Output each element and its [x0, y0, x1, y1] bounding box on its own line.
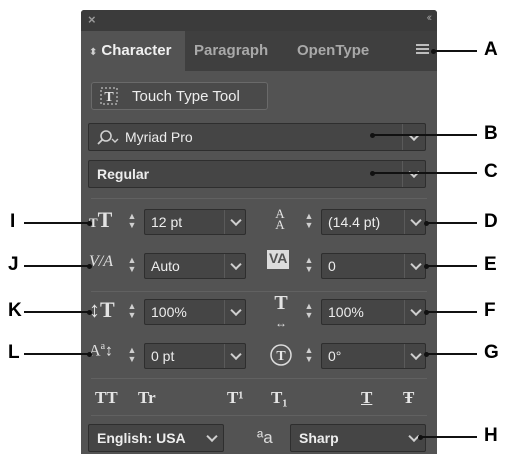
- language-dropdown[interactable]: [201, 425, 223, 451]
- font-family-field[interactable]: Myriad Pro: [88, 123, 426, 151]
- callout-label-i: I: [10, 211, 16, 232]
- leading-stepper[interactable]: [302, 212, 316, 232]
- font-family-dropdown[interactable]: [402, 124, 425, 150]
- tab-expand-icon: ⬍: [89, 47, 98, 58]
- vertical-scale-input[interactable]: 100%: [144, 299, 246, 325]
- small-caps-button[interactable]: Tr: [138, 388, 156, 408]
- horizontal-scale-input[interactable]: 100%: [321, 299, 426, 325]
- rotation-stepper[interactable]: [302, 346, 316, 366]
- chevron-down-icon: [410, 214, 422, 227]
- horizontal-scale-stepper[interactable]: [302, 302, 316, 322]
- callout-line-i: [24, 220, 92, 226]
- callout-line-k: [24, 309, 92, 315]
- callout-line-c: [370, 170, 477, 176]
- chevron-down-icon: [230, 214, 242, 227]
- divider: [91, 291, 427, 292]
- chevron-down-icon: [206, 430, 218, 443]
- callout-line-j: [24, 263, 92, 269]
- font-style-field[interactable]: Regular: [88, 160, 426, 188]
- leading-icon: AA: [275, 206, 285, 232]
- rotation-input[interactable]: 0°: [321, 343, 426, 369]
- kerning-dropdown[interactable]: [224, 254, 245, 278]
- font-size-icon: TT: [89, 207, 113, 232]
- callout-label-j: J: [8, 254, 19, 275]
- svg-text:T: T: [276, 349, 286, 364]
- chevron-down-icon: [410, 258, 422, 271]
- panel-title-strip: × ‹‹: [81, 10, 437, 31]
- callout-label-e: E: [484, 254, 497, 275]
- tab-character[interactable]: ⬍ Character: [81, 31, 185, 71]
- chevron-down-icon: [410, 304, 422, 317]
- callout-line-a: [431, 48, 477, 54]
- svg-text:T: T: [104, 90, 114, 105]
- tab-paragraph[interactable]: Paragraph: [194, 31, 268, 71]
- callout-label-g: G: [484, 342, 499, 363]
- anti-aliasing-select[interactable]: Sharp: [290, 424, 426, 452]
- horizontal-scale-dropdown[interactable]: [404, 300, 425, 324]
- callout-line-g: [424, 351, 477, 357]
- leading-dropdown[interactable]: [404, 210, 425, 234]
- callout-line-h: [418, 434, 477, 440]
- search-icon: [97, 130, 119, 145]
- chevron-down-icon: [410, 348, 422, 361]
- baseline-shift-dropdown[interactable]: [224, 344, 245, 368]
- callout-label-b: B: [484, 123, 498, 144]
- tab-opentype[interactable]: OpenType: [297, 31, 369, 71]
- tracking-stepper[interactable]: [302, 256, 316, 276]
- font-size-stepper[interactable]: [125, 212, 139, 232]
- divider: [91, 415, 427, 416]
- kerning-input[interactable]: Auto: [144, 253, 246, 279]
- kerning-stepper[interactable]: [125, 256, 139, 276]
- close-icon[interactable]: ×: [88, 12, 96, 27]
- kerning-icon: V/A: [89, 253, 113, 270]
- anti-aliasing-icon: ªa: [257, 428, 273, 447]
- divider: [91, 378, 427, 379]
- vertical-scale-stepper[interactable]: [125, 302, 139, 322]
- language-select[interactable]: English: USA: [88, 424, 224, 452]
- callout-label-l: L: [8, 342, 20, 363]
- strikethrough-button[interactable]: Ŧ: [403, 388, 414, 408]
- character-panel: × ‹‹ ⬍ Character Paragraph OpenType T Tou…: [81, 10, 437, 454]
- subscript-button[interactable]: T₁: [271, 388, 287, 408]
- callout-line-f: [424, 309, 477, 315]
- superscript-button[interactable]: T¹: [227, 388, 243, 408]
- rotation-dropdown[interactable]: [404, 344, 425, 368]
- touch-type-tool-button[interactable]: T Touch Type Tool: [91, 82, 268, 110]
- callout-line-e: [424, 263, 477, 269]
- underline-button[interactable]: T: [361, 388, 372, 408]
- vertical-scale-icon: ↕T: [89, 297, 115, 322]
- touch-type-icon: T: [100, 87, 118, 105]
- chevron-down-icon: [230, 258, 242, 271]
- leading-input[interactable]: (14.4 pt): [321, 209, 426, 235]
- baseline-shift-input[interactable]: 0 pt: [144, 343, 246, 369]
- tracking-icon: VA: [267, 250, 290, 269]
- callout-label-h: H: [484, 425, 498, 446]
- horizontal-scale-icon: T ↔: [274, 292, 288, 330]
- callout-label-a: A: [484, 39, 498, 60]
- tab-bar: ⬍ Character Paragraph OpenType: [81, 31, 437, 71]
- callout-label-d: D: [484, 211, 498, 232]
- panel-menu-icon[interactable]: [416, 44, 429, 54]
- divider: [91, 198, 427, 199]
- tracking-dropdown[interactable]: [404, 254, 425, 278]
- chevron-down-icon: [230, 304, 242, 317]
- tracking-input[interactable]: 0: [321, 253, 426, 279]
- callout-label-c: C: [484, 161, 498, 182]
- all-caps-button[interactable]: TT: [95, 388, 118, 408]
- callout-label-f: F: [484, 300, 496, 321]
- character-rotation-icon: T: [270, 344, 292, 366]
- font-size-dropdown[interactable]: [224, 210, 245, 234]
- vertical-scale-dropdown[interactable]: [224, 300, 245, 324]
- callout-line-d: [424, 220, 477, 226]
- callout-label-k: K: [8, 300, 22, 321]
- callout-line-l: [24, 351, 92, 357]
- chevron-down-icon: [230, 348, 242, 361]
- baseline-shift-icon: Aa↕: [89, 341, 114, 360]
- font-size-input[interactable]: 12 pt: [144, 209, 246, 235]
- callout-line-b: [370, 132, 477, 138]
- font-style-dropdown[interactable]: [402, 161, 425, 187]
- collapse-icon[interactable]: ‹‹: [427, 12, 433, 24]
- baseline-shift-stepper[interactable]: [125, 346, 139, 366]
